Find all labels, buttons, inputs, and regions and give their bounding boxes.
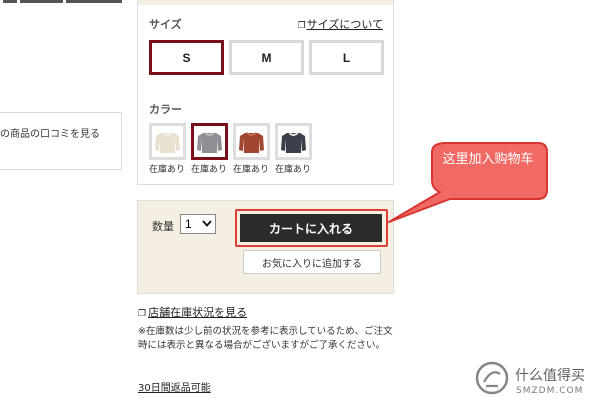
quantity-select[interactable]: 1 [180, 214, 216, 234]
sweater-icon [281, 132, 306, 153]
size-option-l[interactable]: L [309, 40, 384, 75]
color-swatch-cream[interactable] [149, 123, 186, 160]
stock-label: 在庫あり [190, 165, 227, 175]
color-swatch-navy[interactable] [275, 123, 312, 160]
thumbnail-strip [0, 0, 122, 4]
store-stock-link[interactable]: ❐ 店舗在庫状況を見る [138, 304, 247, 320]
color-title: カラー [149, 103, 182, 116]
color-swatch-gray[interactable] [191, 123, 228, 160]
size-title: サイズ [149, 18, 182, 31]
color-swatch-rust[interactable] [233, 123, 270, 160]
watermark-domain: SMZDM.COM [516, 386, 584, 396]
review-link[interactable]: の商品の口コミを見る [0, 125, 100, 140]
sweater-icon [239, 132, 264, 153]
annotation-highlight-box [235, 209, 388, 247]
stock-label: 在庫あり [148, 165, 185, 175]
external-window-icon: ❐ [138, 309, 147, 319]
returns-link[interactable]: 30日間返品可能 [138, 379, 211, 394]
annotation-text: 这里加入购物车 [442, 152, 534, 167]
quantity-value: 1 [185, 217, 192, 231]
chevron-down-icon [202, 220, 212, 227]
quantity-label: 数量 [152, 220, 174, 233]
stock-note: ※在庫数は少し前の状況を参考に表示しているため、ご注文時には表示と異なる場合がご… [138, 326, 393, 351]
sweater-icon [197, 132, 222, 153]
size-option-m[interactable]: M [229, 40, 304, 75]
add-to-favorites-button[interactable]: お気に入りに追加する [243, 250, 381, 274]
smzdm-logo-icon [475, 361, 509, 395]
options-panel: サイズ ❐サイズについて S M L カラー 在庫あり 在庫あり 在庫あり 在庫… [137, 0, 394, 185]
size-option-s[interactable]: S [149, 40, 224, 75]
external-window-icon: ❐ [297, 21, 306, 31]
sweater-icon [155, 132, 180, 153]
watermark-name: 什么值得买 [515, 368, 585, 384]
stock-label: 在庫あり [274, 165, 311, 175]
panel-top-band [138, 0, 393, 5]
review-link-panel[interactable]: の商品の口コミを見る [0, 112, 122, 170]
stock-label: 在庫あり [232, 165, 269, 175]
size-guide-link[interactable]: ❐サイズについて [298, 16, 383, 32]
watermark: 什么值得买 SMZDM.COM [472, 358, 596, 406]
